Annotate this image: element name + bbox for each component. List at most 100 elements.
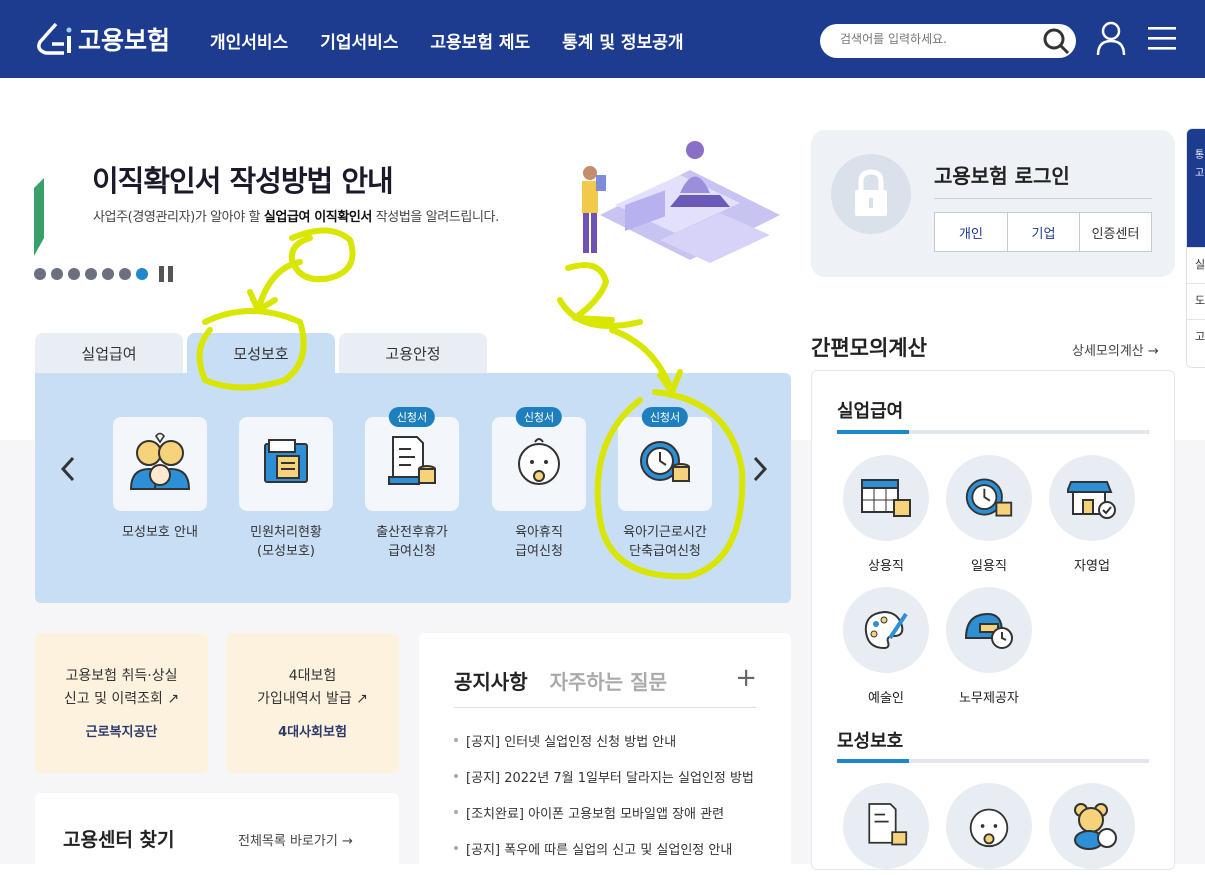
notice-item[interactable]: [공지] 폭우에 따른 실업의 신고 및 실업인정 안내: [454, 839, 754, 875]
nav-system[interactable]: 고용보험 제도: [430, 28, 530, 53]
service-maternity-guide[interactable]: 모성보호 안내: [95, 417, 225, 542]
quick-card-insurance-history[interactable]: 고용보험 취득·상실 신고 및 이력조회 ↗ 근로복지공단: [35, 633, 208, 773]
certificate-center-button[interactable]: 인증센터: [1079, 213, 1151, 251]
detailed-calc-link[interactable]: 상세모의계산 →: [1072, 340, 1159, 359]
banner-pagination: [34, 266, 173, 282]
pagination-dot[interactable]: [102, 268, 114, 280]
tab-faq[interactable]: 자주하는 질문: [550, 666, 667, 695]
banner-subtitle: 사업주(경영관리자)가 알아야 할 실업급여 이직확인서 작성법을 알려드립니다…: [93, 206, 499, 225]
calc-item-reduced-hours[interactable]: [1048, 783, 1136, 869]
side-quick-item[interactable]: 고: [1187, 319, 1205, 355]
calc-item-childcare-leave[interactable]: [945, 783, 1033, 869]
calc-section-line: [837, 759, 1149, 763]
side-quick-item[interactable]: 도: [1187, 283, 1205, 319]
pagination-dot[interactable]: [51, 268, 63, 280]
palette-icon: [843, 587, 929, 673]
banner-leaf-icon: [34, 178, 46, 262]
service-label: 민원처리현황 (모성보호): [250, 525, 322, 559]
pagination-dot-active[interactable]: [136, 268, 148, 280]
notice-divider: [454, 707, 756, 708]
more-plus-icon[interactable]: +: [735, 663, 757, 693]
banner-title: 이직확인서 작성방법 안내: [92, 164, 394, 198]
tab-unemployment[interactable]: 실업급여: [35, 333, 183, 373]
next-arrow-icon[interactable]: [750, 455, 770, 490]
search-input[interactable]: [840, 32, 1030, 46]
calc-item-maternity-leave[interactable]: [842, 783, 930, 869]
login-business-button[interactable]: 기업: [1007, 213, 1079, 251]
pagination-dot[interactable]: [85, 268, 97, 280]
service-icon-box: [239, 417, 333, 511]
service-petition-status[interactable]: 민원처리현황 (모성보호): [221, 417, 351, 561]
tab-maternity[interactable]: 모성보호: [187, 333, 335, 373]
quick-card-four-insurances[interactable]: 4대보험 가입내역서 발급 ↗ 4대사회보험: [226, 633, 399, 773]
nav-statistics[interactable]: 통계 및 정보공개: [562, 28, 683, 53]
notice-item[interactable]: [공지] 인터넷 실업인정 신청 방법 안내: [454, 731, 754, 767]
nav-personal[interactable]: 개인서비스: [210, 28, 288, 53]
service-reduced-hours-application[interactable]: 신청서 육아기근로시간 단축급여신청: [600, 407, 730, 561]
folder-document-icon: [261, 438, 311, 490]
calc-item-artist[interactable]: 예술인: [842, 587, 930, 706]
notice-tabs: 공지사항 자주하는 질문: [454, 666, 667, 695]
quick-card-org: 4대사회보험: [278, 725, 347, 740]
nav-business[interactable]: 기업서비스: [320, 28, 398, 53]
calc-item-labor-provider[interactable]: 노무제공자: [945, 587, 1033, 706]
tab-notices[interactable]: 공지사항: [454, 666, 528, 695]
annotation-one-circle: [288, 227, 356, 283]
notice-item[interactable]: [공지] 2022년 7월 1일부터 달라지는 실업인정 방법: [454, 767, 754, 803]
login-buttons: 개인 기업 인증센터: [934, 212, 1152, 252]
pause-icon[interactable]: [159, 266, 173, 282]
service-icon-box: [113, 417, 207, 511]
service-label: 육아기근로시간 단축급여신청: [623, 525, 707, 559]
calc-item-regular[interactable]: 상용직: [842, 455, 930, 574]
side-quick-top[interactable]: 통 고: [1187, 129, 1205, 247]
banner-subtitle-pre: 사업주(경영관리자)가 알아야 할: [93, 210, 264, 225]
notice-item[interactable]: [조치완료] 아이폰 고용보험 모바일앱 장애 관련: [454, 803, 754, 839]
quick-card-text: 고용보험 취득·상실 신고 및 이력조회 ↗: [63, 668, 180, 707]
service-maternity-leave-application[interactable]: 신청서 출산전후휴가 급여신청: [347, 407, 477, 561]
document-coins-icon: [843, 783, 929, 869]
application-badge: 신청서: [388, 407, 436, 427]
login-personal-button[interactable]: 개인: [935, 213, 1007, 251]
service-label: 모성보호 안내: [122, 525, 198, 540]
calc-item-label: 노무제공자: [959, 691, 1019, 706]
service-icon-box: 신청서: [618, 407, 712, 511]
calc-panel: 실업급여 상용직 일용직 자영업 예술인 노무제공자 모성보호: [811, 370, 1175, 870]
login-title: 고용보험 로그인: [934, 164, 1070, 188]
baby-face-icon: [515, 436, 563, 492]
center-list-link[interactable]: 전체목록 바로가기 →: [238, 830, 353, 849]
login-divider: [934, 198, 1152, 199]
calc-section-title: 모성보호: [837, 731, 904, 752]
clock-coins-icon: [638, 439, 692, 489]
employment-center-finder: 고용센터 찾기 전체목록 바로가기 →: [35, 793, 399, 873]
service-label: 출산전후휴가 급여신청: [376, 525, 448, 559]
search-icon[interactable]: [1042, 27, 1070, 59]
main-nav: 개인서비스 기업서비스 고용보험 제도 통계 및 정보공개: [210, 28, 684, 53]
calc-item-daily[interactable]: 일용직: [945, 455, 1033, 574]
site-logo[interactable]: 고용보험: [34, 20, 170, 58]
quick-card-org: 근로복지공단: [85, 725, 158, 740]
tab-employment-stability[interactable]: 고용안정: [339, 333, 487, 373]
store-icon: [1049, 455, 1135, 541]
menu-icon[interactable]: [1148, 26, 1176, 56]
calc-item-label: 예술인: [868, 691, 904, 706]
service-childcare-leave-application[interactable]: 신청서 육아휴직 급여신청: [474, 407, 604, 561]
service-label: 육아휴직 급여신청: [515, 525, 563, 559]
pagination-dot[interactable]: [119, 268, 131, 280]
banner-subtitle-bold: 실업급여 이직확인서: [263, 210, 373, 225]
search-box: [820, 24, 1076, 58]
side-quick-item[interactable]: 실: [1187, 247, 1205, 283]
logo-mark-icon: [34, 20, 76, 58]
center-finder-title: 고용센터 찾기: [63, 829, 175, 851]
prev-arrow-icon[interactable]: [58, 455, 78, 490]
user-icon[interactable]: [1096, 20, 1126, 60]
side-quick-menu: 통 고 실 도 고: [1186, 128, 1205, 368]
calc-title: 간편모의계산: [811, 336, 927, 360]
quick-card-text: 4대보험 가입내역서 발급 ↗: [257, 668, 368, 707]
banner-subtitle-post: 작성법을 알려드립니다.: [372, 210, 499, 225]
pagination-dot[interactable]: [34, 268, 46, 280]
calc-item-label: 자영업: [1074, 559, 1110, 574]
calc-item-self-employed[interactable]: 자영업: [1048, 455, 1136, 574]
banner-illustration: [570, 135, 785, 284]
pagination-dot[interactable]: [68, 268, 80, 280]
annotation-arrow-one: [247, 259, 303, 313]
